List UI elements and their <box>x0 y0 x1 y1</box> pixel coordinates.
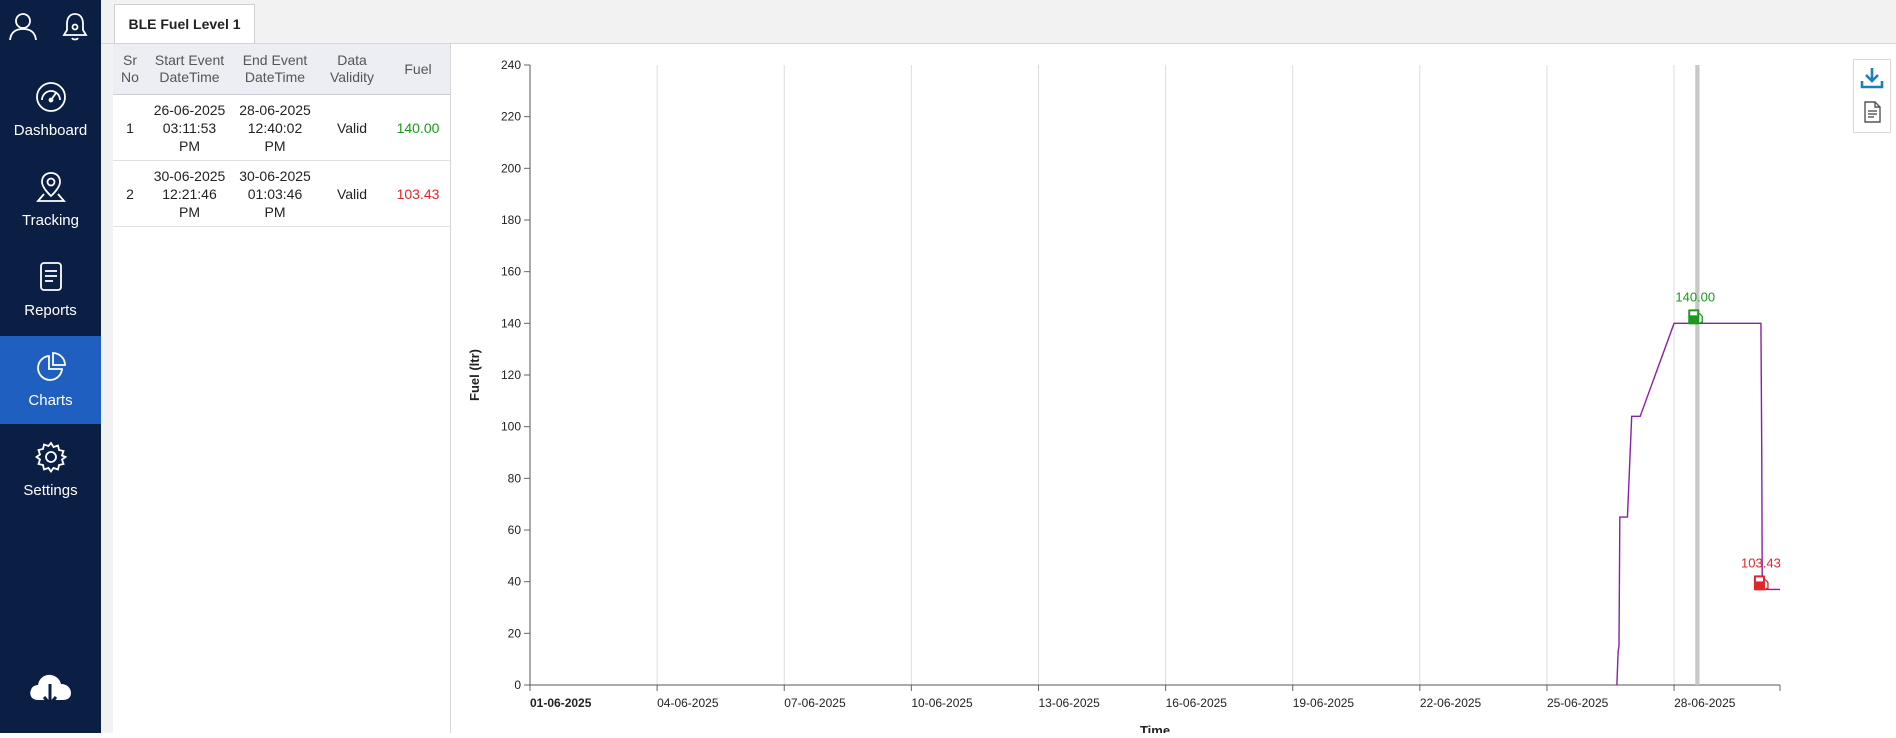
y-tick-label: 80 <box>508 471 522 485</box>
fuel-events-panel: Sr No Start Event DateTime End Event Dat… <box>113 44 451 733</box>
x-tick-label: 16-06-2025 <box>1166 696 1228 710</box>
fuel-pump-nozzle <box>1698 312 1703 323</box>
speedometer-icon <box>36 82 66 112</box>
y-tick-label: 240 <box>501 58 521 72</box>
chart-toolbar <box>1853 59 1891 133</box>
sidebar-item-label: Dashboard <box>13 122 88 139</box>
cell-sr: 1 <box>113 94 147 161</box>
column-header-end[interactable]: End Event DateTime <box>232 44 318 95</box>
fuel-pump-window <box>1690 311 1698 316</box>
sidebar-item-charts[interactable]: Charts <box>0 336 101 424</box>
cell-start-date: 26-06-2025 <box>153 101 226 118</box>
chart-area: 01-06-2025 04-06-2025 07-06-2025 10-06-2025… <box>451 44 1896 738</box>
x-tick-label: 13-06-2025 <box>1038 696 1100 710</box>
left-gutter <box>101 44 113 733</box>
sidebar-item-dashboard[interactable]: Dashboard <box>0 66 101 154</box>
bell-icon[interactable] <box>59 10 93 44</box>
user-icon[interactable] <box>7 10 41 44</box>
x-axis-label: Time <box>1140 723 1170 733</box>
cell-end-ampm: PM <box>264 203 286 220</box>
y-tick-label: 20 <box>508 626 522 640</box>
drain-event-marker: 103.43 <box>1741 555 1781 591</box>
event-value-label: 103.43 <box>1741 555 1781 570</box>
event-value-label: 140.00 <box>1675 289 1715 304</box>
fuel-level-chart: 01-06-2025 04-06-2025 07-06-2025 10-06-2025… <box>467 58 1781 738</box>
sidebar-item-settings[interactable]: Settings <box>0 426 101 514</box>
pie-chart-icon <box>37 352 66 381</box>
cell-end-time: 12:40:02 <box>247 119 303 136</box>
table-header-row: Sr No Start Event DateTime End Event Dat… <box>113 44 450 95</box>
y-tick-label: 60 <box>508 523 522 537</box>
y-tick-label: 40 <box>508 575 522 589</box>
x-tick-label: 10-06-2025 <box>911 696 973 710</box>
y-tick-label: 0 <box>514 678 521 692</box>
fuel-pump-window <box>1755 577 1763 582</box>
sidebar-top-icons <box>0 10 101 46</box>
fuel-events-table: Sr No Start Event DateTime End Event Dat… <box>113 44 450 227</box>
sidebar-item-reports[interactable]: Reports <box>0 246 101 334</box>
sidebar-item-label: Charts <box>28 392 73 409</box>
y-tick-label: 140 <box>501 316 521 330</box>
sidebar-item-label: Reports <box>24 302 77 319</box>
cell-validity: Valid <box>318 160 386 227</box>
sidebar-item-label: Settings <box>23 482 78 499</box>
sidebar-item-label: Tracking <box>22 212 79 229</box>
sidebar: Dashboard Tracking Reports Charts Settin… <box>0 0 101 733</box>
table-row[interactable]: 2 30-06-2025 12:21:46 PM 30-06-2025 01:0… <box>113 160 450 227</box>
column-header-start[interactable]: Start Event DateTime <box>147 44 232 95</box>
x-tick-label: 19-06-2025 <box>1293 696 1355 710</box>
y-tick-label: 220 <box>501 110 521 124</box>
document-icon <box>40 262 62 291</box>
cell-fuel: 140.00 <box>386 94 450 161</box>
cell-sr: 2 <box>113 160 147 227</box>
column-header-validity[interactable]: Data Validity <box>318 44 386 95</box>
y-tick-label: 160 <box>501 265 521 279</box>
cell-start-ampm: PM <box>179 137 200 154</box>
x-tick-label: 28-06-2025 <box>1674 696 1736 710</box>
y-tick-label: 200 <box>501 161 521 175</box>
cell-end-time: 01:03:46 <box>247 185 303 202</box>
cell-end-date: 28-06-2025 <box>239 101 311 118</box>
map-pin-icon <box>36 172 66 202</box>
document-icon[interactable] <box>1860 100 1884 124</box>
y-axis-label: Fuel (ltr) <box>467 349 482 401</box>
column-header-sr-no[interactable]: Sr No <box>113 44 147 95</box>
cloud-download-icon[interactable] <box>27 670 73 715</box>
cell-start-ampm: PM <box>179 203 200 220</box>
tab-ble-fuel-level-1[interactable]: BLE Fuel Level 1 <box>114 4 255 43</box>
cell-start: 26-06-2025 03:11:53 PM <box>147 94 232 161</box>
y-tick-label: 100 <box>501 420 521 434</box>
y-tick-label: 180 <box>501 213 521 227</box>
cell-end-ampm: PM <box>264 137 286 154</box>
sidebar-item-tracking[interactable]: Tracking <box>0 156 101 244</box>
tab-strip: BLE Fuel Level 1 <box>101 0 1896 44</box>
gear-icon <box>34 441 68 474</box>
x-tick-label: 04-06-2025 <box>657 696 719 710</box>
table-row[interactable]: 1 26-06-2025 03:11:53 PM 28-06-2025 12:4… <box>113 94 450 161</box>
fuel-pump-nozzle <box>1764 578 1769 590</box>
download-icon[interactable] <box>1860 66 1884 90</box>
highlight-band <box>1695 65 1700 685</box>
cell-validity: Valid <box>318 94 386 161</box>
x-tick-label: 22-06-2025 <box>1420 696 1482 710</box>
cell-start-date: 30-06-2025 <box>153 167 226 184</box>
x-tick-label: 01-06-2025 <box>530 696 592 710</box>
cell-start: 30-06-2025 12:21:46 PM <box>147 160 232 227</box>
cell-end: 28-06-2025 12:40:02 PM <box>232 94 318 161</box>
cell-end: 30-06-2025 01:03:46 PM <box>232 160 318 227</box>
x-tick-label: 25-06-2025 <box>1547 696 1609 710</box>
cell-start-time: 12:21:46 <box>162 185 217 202</box>
cell-end-date: 30-06-2025 <box>239 167 311 184</box>
x-tick-label: 07-06-2025 <box>784 696 846 710</box>
y-tick-label: 120 <box>501 368 521 382</box>
cell-fuel: 103.43 <box>386 160 450 227</box>
cell-start-time: 03:11:53 <box>162 119 217 136</box>
column-header-fuel[interactable]: Fuel <box>386 44 450 95</box>
